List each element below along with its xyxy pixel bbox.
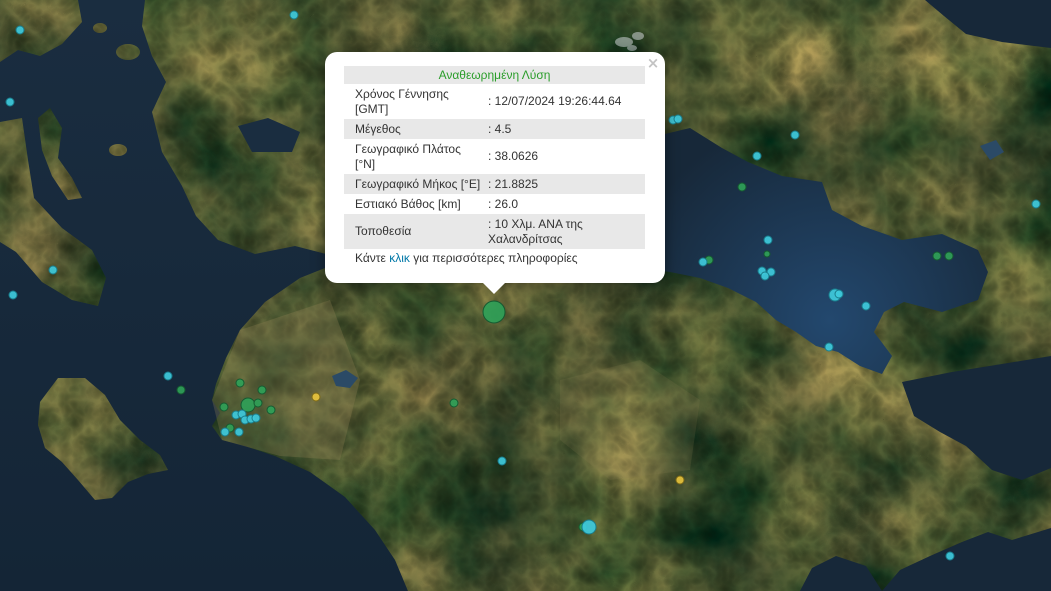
earthquake-marker[interactable] [48,265,58,275]
earthquake-marker[interactable] [163,371,173,381]
magnitude-value: : 4.5 [486,119,646,139]
earthquake-marker[interactable] [763,235,773,245]
earthquake-marker[interactable] [763,250,771,258]
popup-tip [483,283,505,294]
earthquake-marker[interactable] [752,151,762,161]
earthquake-marker[interactable] [176,385,186,395]
earthquake-marker[interactable] [581,519,597,535]
earthquake-marker[interactable] [760,271,770,281]
popup-row-magnitude: Μέγεθος : 4.5 [344,119,646,139]
earthquake-marker[interactable] [251,413,261,423]
latitude-value: : 38.0626 [486,139,645,174]
selected-earthquake-marker[interactable] [482,300,506,324]
value-separator: : [488,149,495,163]
earthquake-marker[interactable] [266,405,276,415]
depth-text: 26.0 [494,196,519,211]
map-view: × Αναθεωρημένη Λύση Χρόνος Γέννησης [GMT… [0,0,1051,591]
more-info-link[interactable]: κλικ [389,251,410,265]
earthquake-marker[interactable] [944,251,954,261]
location-value: : 10 Χλμ. ΑΝΑ της Χαλανδρίτσας [486,214,646,249]
earthquake-marker[interactable] [219,402,229,412]
popup-close-button[interactable]: × [646,55,660,71]
origin-time-label: Χρόνος Γέννησης [GMT] [355,86,449,116]
popup-row-longitude: Γεωγραφικό Μήκος [°E] : 21.8825 [344,174,646,194]
earthquake-marker[interactable] [253,398,263,408]
footer-text-before: Κάντε [355,251,390,265]
popup-row-origin-time: Χρόνος Γέννησης [GMT] : 12/07/2024 19:26… [344,84,645,119]
earthquake-marker[interactable] [5,97,15,107]
earthquake-marker[interactable] [834,289,844,299]
earthquake-marker[interactable] [289,10,299,20]
earthquake-marker[interactable] [497,456,507,466]
popup-row-latitude: Γεωγραφικό Πλάτος [°N] : 38.0626 [344,139,645,174]
earthquake-marker[interactable] [220,427,230,437]
earthquake-marker[interactable] [675,475,685,485]
location-text: 10 Χλμ. ΑΝΑ της Χαλανδρίτσας [488,216,583,246]
popup-row-depth: Εστιακό Βάθος [km] : 26.0 [344,194,645,214]
earthquake-marker[interactable] [861,301,871,311]
latitude-text: 38.0626 [494,149,539,163]
earthquake-marker[interactable] [311,392,321,402]
earthquake-marker[interactable] [449,398,459,408]
earthquake-marker[interactable] [15,25,25,35]
popup-footer: Κάντε κλικ για περισσότερες πληροφορίες [344,250,645,266]
earthquake-info-table: Αναθεωρημένη Λύση Χρόνος Γέννησης [GMT] … [344,66,646,249]
longitude-text: 21.8825 [494,176,539,191]
longitude-value: : 21.8825 [486,174,646,194]
popup-row-location: Τοποθεσία : 10 Χλμ. ΑΝΑ της Χαλανδρίτσας [344,214,646,249]
footer-text-after: για περισσότερες πληροφορίες [409,251,578,265]
earthquake-marker[interactable] [932,251,942,261]
magnitude-text: 4.5 [494,121,512,136]
earthquake-marker[interactable] [1031,199,1041,209]
earthquake-marker[interactable] [234,427,244,437]
earthquake-marker[interactable] [824,342,834,352]
depth-label: Εστιακό Βάθος [km] [355,196,461,211]
earthquake-marker[interactable] [257,385,267,395]
earthquake-marker[interactable] [790,130,800,140]
depth-value: : 26.0 [486,194,645,214]
earthquake-popup: × Αναθεωρημένη Λύση Χρόνος Γέννησης [GMT… [325,52,665,294]
value-separator: : [488,176,495,191]
location-label: Τοποθεσία [344,214,486,249]
origin-time-text: 12/07/2024 19:26:44.64 [494,94,622,108]
earthquake-marker[interactable] [235,378,245,388]
earthquake-marker[interactable] [698,257,708,267]
value-separator: : [488,216,495,231]
earthquake-marker[interactable] [673,114,683,124]
magnitude-label: Μέγεθος [344,119,486,139]
longitude-label: Γεωγραφικό Μήκος [°E] [344,174,486,194]
origin-time-value: : 12/07/2024 19:26:44.64 [486,84,645,119]
latitude-label: Γεωγραφικό Πλάτος [°N] [355,141,461,171]
value-separator: : [488,94,495,108]
value-separator: : [488,121,495,136]
popup-title: Αναθεωρημένη Λύση [344,66,646,84]
earthquake-marker[interactable] [945,551,955,561]
popup-title-row: Αναθεωρημένη Λύση [344,66,646,84]
value-separator: : [488,196,495,211]
earthquake-marker[interactable] [737,182,747,192]
earthquake-marker[interactable] [8,290,18,300]
